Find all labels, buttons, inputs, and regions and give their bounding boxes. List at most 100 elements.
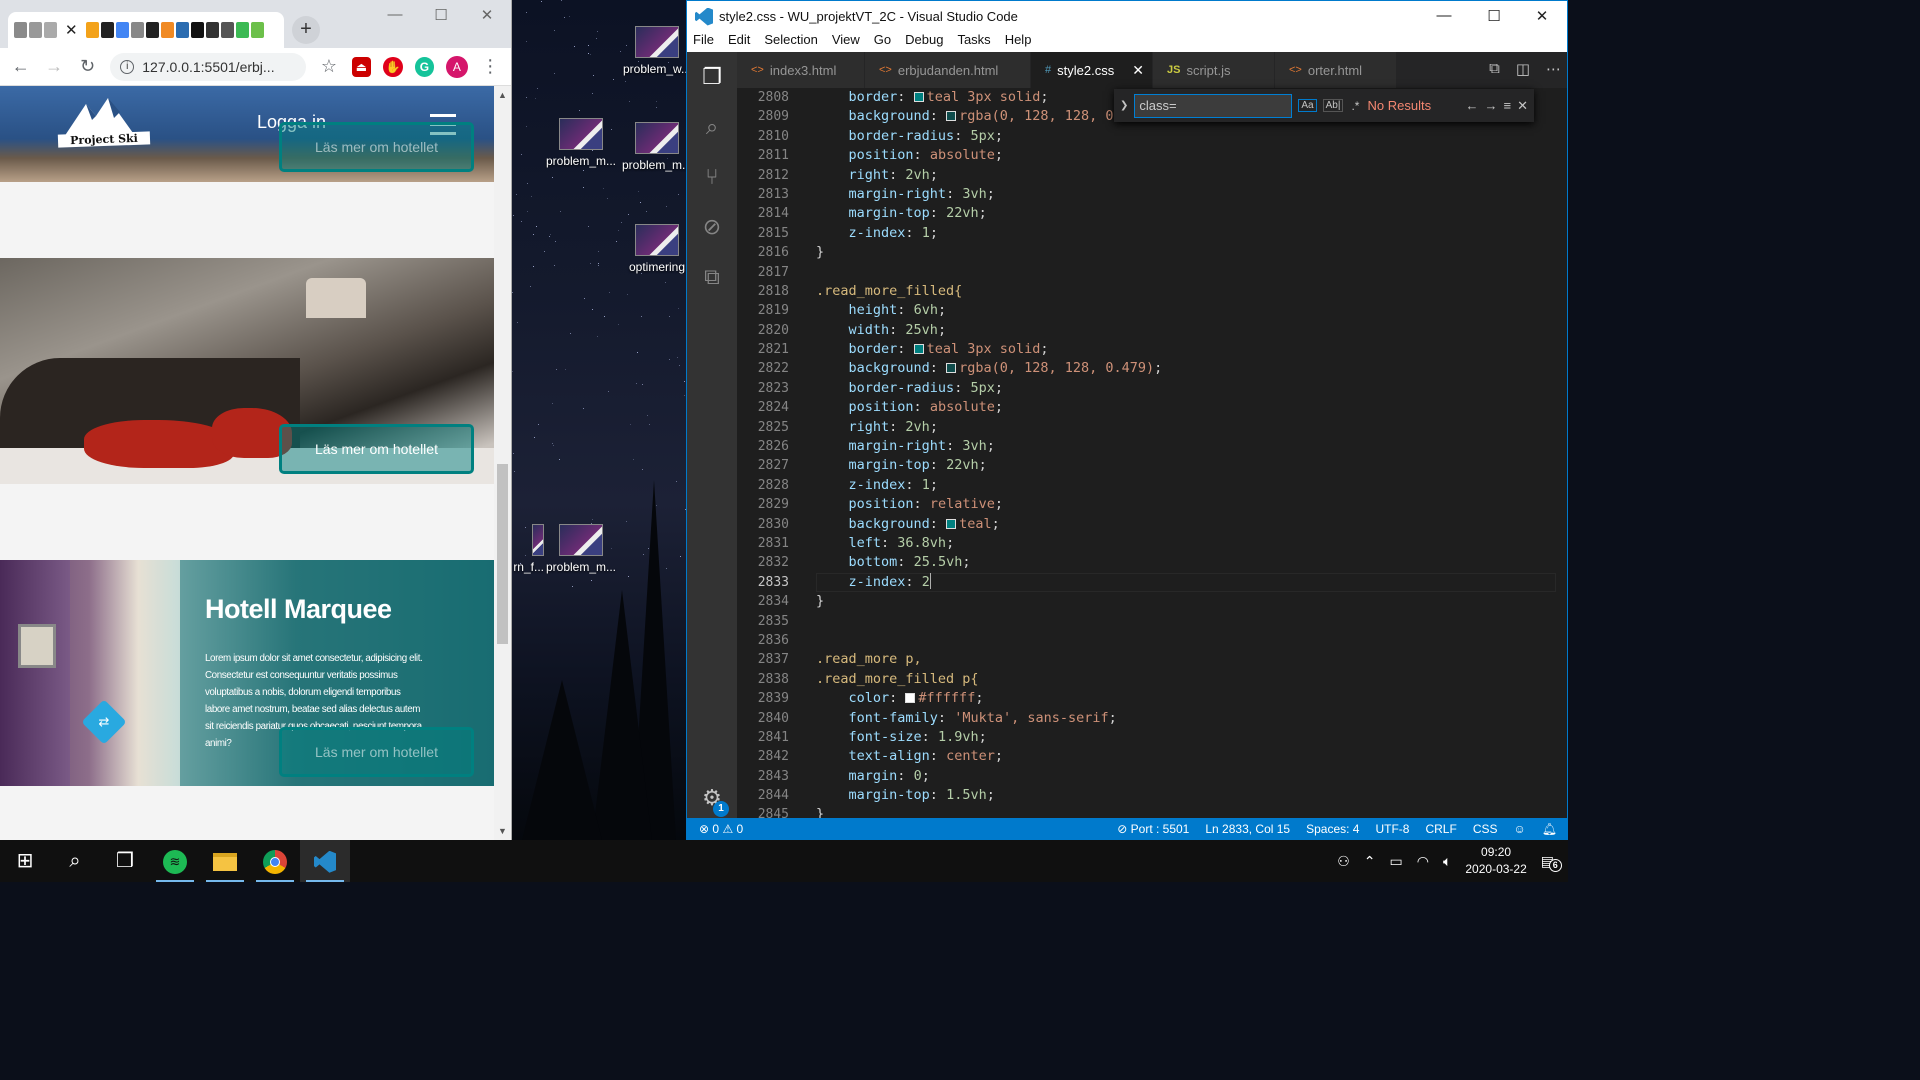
spotify-icon[interactable]: ≋ (150, 840, 200, 882)
color-swatch-icon[interactable] (913, 344, 924, 355)
extensions-icon[interactable]: ⧉ (687, 252, 737, 302)
minimize-button[interactable]: — (372, 6, 418, 23)
code-line[interactable]: margin-top: 22vh; (816, 456, 1556, 475)
code-line[interactable]: z-index: 1; (816, 224, 1556, 243)
address-bar[interactable]: i 127.0.0.1:5501/erbj... (110, 52, 307, 81)
search-icon[interactable]: ⌕ (50, 840, 100, 882)
tab-orter-html[interactable]: <> orter.html (1275, 52, 1397, 88)
more-actions-icon[interactable]: ⋯ (1546, 60, 1561, 78)
adblock-extension-icon[interactable]: ✋ (383, 56, 403, 77)
code-line[interactable]: z-index: 1; (816, 476, 1556, 495)
forward-button[interactable]: → (43, 56, 64, 77)
language-mode[interactable]: CSS (1473, 822, 1498, 836)
close-window-button[interactable]: ✕ (464, 6, 510, 24)
code-line[interactable]: margin-right: 3vh; (816, 437, 1556, 456)
code-line[interactable] (816, 612, 1556, 631)
code-line[interactable]: font-size: 1.9vh; (816, 728, 1556, 747)
show-hidden-icons-chevron-icon[interactable]: ⌃ (1364, 853, 1376, 870)
code-line[interactable]: text-align: center; (816, 747, 1556, 766)
color-swatch-icon[interactable] (905, 693, 916, 704)
desktop-icon[interactable]: problem_m... (540, 118, 622, 168)
color-swatch-icon[interactable] (946, 518, 957, 529)
problems-indicator[interactable]: ⊗ 0 ⚠ 0 (687, 822, 743, 836)
read-more-button[interactable]: Läs mer om hotellet (279, 424, 474, 474)
file-explorer-icon[interactable] (200, 840, 250, 882)
menu-edit[interactable]: Edit (728, 32, 750, 47)
desktop-icon[interactable]: problem_m... (540, 524, 622, 574)
code-line[interactable] (816, 263, 1556, 282)
profile-avatar[interactable]: A (446, 55, 468, 78)
color-swatch-icon[interactable] (946, 111, 957, 122)
code-line[interactable]: .read_more_filled{ (816, 282, 1556, 301)
code-line[interactable]: background: teal; (816, 515, 1556, 534)
code-line[interactable]: border: teal 3px solid; (816, 340, 1556, 359)
indentation[interactable]: Spaces: 4 (1306, 822, 1359, 836)
tab-script-js[interactable]: JS script.js (1153, 52, 1275, 88)
read-more-button[interactable]: Läs mer om hotellet (279, 727, 474, 777)
menu-help[interactable]: Help (1005, 32, 1032, 47)
menu-file[interactable]: File (693, 32, 714, 47)
notifications-bell-icon[interactable]: 🔔︎ (1542, 822, 1557, 836)
code-line[interactable]: } (816, 243, 1556, 262)
code-line[interactable]: width: 25vh; (816, 321, 1556, 340)
cursor-position[interactable]: Ln 2833, Col 15 (1205, 822, 1290, 836)
previous-match-icon[interactable]: ← (1466, 98, 1479, 113)
explorer-icon[interactable]: ❐ (687, 52, 737, 102)
code-line[interactable]: position: absolute; (816, 146, 1556, 165)
code-line[interactable]: font-family: 'Mukta', sans-serif; (816, 709, 1556, 728)
code-line[interactable]: z-index: 2 (816, 572, 1556, 592)
feedback-smiley-icon[interactable]: ☺ (1514, 822, 1526, 836)
whole-word-icon[interactable]: Ab| (1322, 99, 1344, 112)
desktop-icon[interactable]: optimering (616, 224, 686, 274)
debug-icon[interactable]: ⊘ (687, 202, 737, 252)
code-line[interactable]: .read_more p, (816, 650, 1556, 669)
find-input[interactable]: class= (1134, 93, 1293, 118)
split-editor-icon[interactable]: ◫ (1516, 60, 1530, 78)
code-line[interactable]: margin-top: 22vh; (816, 204, 1556, 223)
reload-button[interactable]: ↻ (77, 56, 98, 77)
menu-view[interactable]: View (832, 32, 860, 47)
page-scrollbar[interactable]: ▲ ▼ (494, 86, 511, 840)
scrollbar-thumb[interactable] (497, 464, 508, 644)
grammarly-extension-icon[interactable]: G (414, 56, 435, 77)
code-line[interactable]: background: rgba(0, 128, 128, 0.479); (816, 359, 1556, 378)
start-windows-icon[interactable]: ⊞ (0, 840, 50, 882)
tab-index3-html[interactable]: <> index3.html (737, 52, 865, 88)
code-line[interactable]: .read_more_filled p{ (816, 670, 1556, 689)
close-window-button[interactable]: ✕ (1519, 7, 1565, 25)
code-line[interactable]: margin: 0; (816, 767, 1556, 786)
code-line[interactable]: right: 2vh; (816, 418, 1556, 437)
color-swatch-icon[interactable] (913, 92, 924, 102)
color-swatch-icon[interactable] (946, 363, 957, 374)
next-match-icon[interactable]: → (1485, 98, 1498, 113)
chrome-icon[interactable] (250, 840, 300, 882)
menu-selection[interactable]: Selection (764, 32, 817, 47)
close-find-icon[interactable]: ✕ (1517, 98, 1528, 114)
code-line[interactable]: border-radius: 5px; (816, 379, 1556, 398)
regex-icon[interactable]: .* (1349, 99, 1361, 113)
menu-go[interactable]: Go (874, 32, 891, 47)
code-line[interactable]: bottom: 25.5vh; (816, 553, 1556, 572)
live-server-port[interactable]: ⊘ Port : 5501 (1117, 822, 1189, 836)
settings-gear-icon[interactable]: ⚙ 1 (687, 785, 737, 817)
code-line[interactable]: } (816, 805, 1556, 819)
back-button[interactable]: ← (10, 56, 31, 77)
code-line[interactable]: left: 36.8vh; (816, 534, 1556, 553)
end-of-line[interactable]: CRLF (1425, 822, 1456, 836)
code-line[interactable]: height: 6vh; (816, 301, 1556, 320)
vscode-taskbar-icon[interactable] (300, 840, 350, 882)
scroll-up-icon[interactable]: ▲ (498, 90, 507, 100)
search-icon[interactable]: ⌕ (687, 102, 737, 152)
task-view-icon[interactable]: ❒ (100, 840, 150, 882)
code-line[interactable]: margin-right: 3vh; (816, 185, 1556, 204)
code-line[interactable]: position: relative; (816, 495, 1556, 514)
find-in-selection-icon[interactable]: ≡ (1504, 98, 1512, 113)
browser-menu-icon[interactable]: ⋮ (480, 56, 501, 77)
menu-debug[interactable]: Debug (905, 32, 943, 47)
code-line[interactable]: } (816, 592, 1556, 611)
code-line[interactable]: right: 2vh; (816, 166, 1556, 185)
volume-icon[interactable]: 🔈︎ (1443, 853, 1451, 870)
read-more-button[interactable]: Läs mer om hotellet (279, 122, 474, 172)
browser-tab[interactable]: ✕ (8, 12, 284, 48)
menu-tasks[interactable]: Tasks (957, 32, 990, 47)
